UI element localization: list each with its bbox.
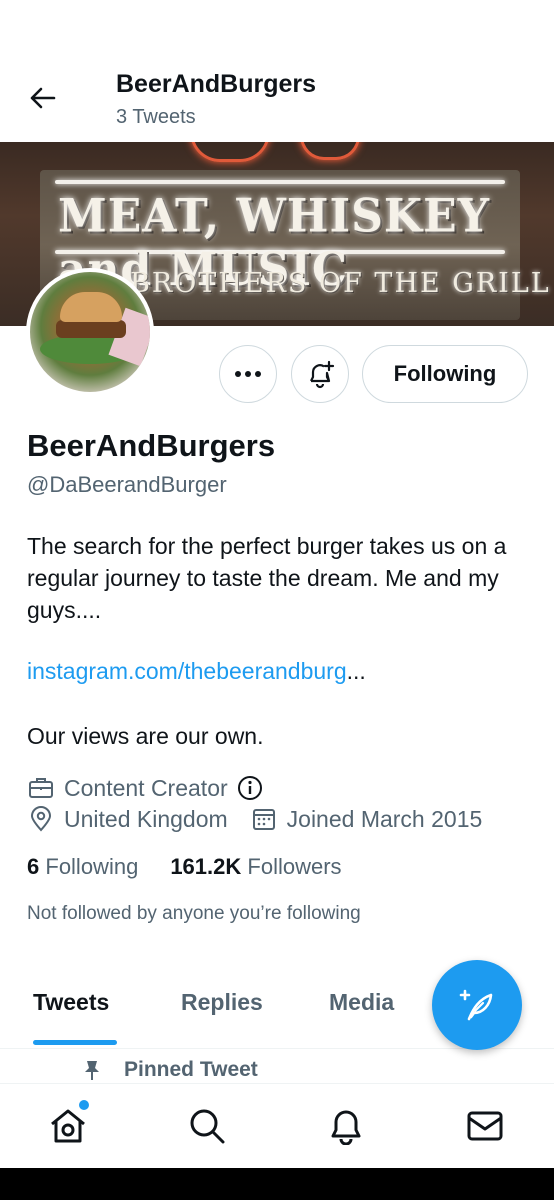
profile-handle: @DaBeerandBurger [27, 472, 227, 497]
header-title: BeerAndBurgers [116, 70, 317, 98]
compose-tweet-button[interactable] [432, 960, 522, 1050]
more-options-button[interactable] [219, 345, 277, 403]
avatar[interactable] [26, 268, 154, 396]
system-navigation-bar [0, 1168, 554, 1200]
profile-header: BeerAndBurgers 3 Tweets [0, 0, 554, 142]
joined-label: Joined March 2015 [286, 805, 483, 832]
calendar-icon [250, 805, 278, 833]
avatar-patty [56, 320, 126, 338]
follow-stats: 6 Following 161.2K Followers [27, 854, 342, 880]
followed-by-info: Not followed by anyone you’re following [27, 903, 361, 924]
compose-tweet-icon [459, 989, 493, 1021]
profile-bio-extra: Our views are our own. [27, 723, 264, 749]
arrow-left-icon [30, 87, 56, 109]
following-button[interactable]: Following [362, 345, 528, 403]
more-dots-icon [235, 371, 261, 377]
bio-link-ellipsis: ... [346, 658, 366, 684]
bell-plus-icon [310, 360, 335, 389]
location-pin-icon [27, 805, 55, 833]
briefcase-icon [27, 774, 55, 802]
nav-messages[interactable] [465, 1106, 505, 1146]
info-icon[interactable] [236, 774, 264, 802]
followers-stat[interactable]: 161.2K Followers [170, 854, 341, 880]
profile-name: BeerAndBurgers [27, 428, 276, 463]
profile-bio: The search for the perfect burger takes … [27, 533, 507, 623]
following-count: 6 [27, 854, 40, 879]
bio-link-text[interactable]: instagram.com/thebeerandburg [27, 658, 347, 684]
notifications-toggle-button[interactable] [291, 345, 349, 403]
location-joined-row: United Kingdom Joined March 2015 [27, 804, 482, 834]
tab-media[interactable]: Media [329, 989, 394, 1016]
nav-home[interactable] [48, 1106, 88, 1146]
category-label: Content Creator [64, 774, 228, 801]
tab-replies[interactable]: Replies [181, 989, 263, 1016]
bio-link[interactable]: instagram.com/thebeerandburg... [27, 658, 366, 685]
following-stat[interactable]: 6 Following [27, 854, 138, 880]
search-icon [190, 1109, 225, 1144]
bell-icon [331, 1110, 361, 1145]
followers-count: 161.2K [170, 854, 242, 879]
neon-flame-decoration [300, 142, 360, 160]
avatar-bun [60, 292, 122, 322]
pinned-text: Pinned Tweet [124, 1058, 258, 1081]
tweet-count: 3 Tweets [116, 106, 196, 128]
followers-stat-label: Followers [247, 854, 342, 879]
mail-icon [467, 1111, 503, 1141]
neon-line [55, 180, 505, 184]
back-button[interactable] [26, 82, 58, 114]
bottom-navigation [0, 1083, 554, 1168]
pinned-tweet-label: Pinned Tweet [82, 1058, 258, 1082]
professional-category: Content Creator [27, 773, 273, 803]
pin-icon [82, 1058, 102, 1082]
nav-search[interactable] [187, 1106, 227, 1146]
home-icon [51, 1109, 85, 1143]
location-label: United Kingdom [64, 805, 228, 832]
nav-notifications[interactable] [326, 1106, 366, 1146]
home-notification-dot [77, 1098, 91, 1112]
banner-sign-subtext: BROTHERS OF THE GRILL [130, 268, 551, 299]
active-tab-indicator [33, 1040, 117, 1045]
tab-tweets[interactable]: Tweets [33, 989, 109, 1016]
neon-flame-decoration [190, 142, 270, 162]
following-stat-label: Following [45, 854, 139, 879]
